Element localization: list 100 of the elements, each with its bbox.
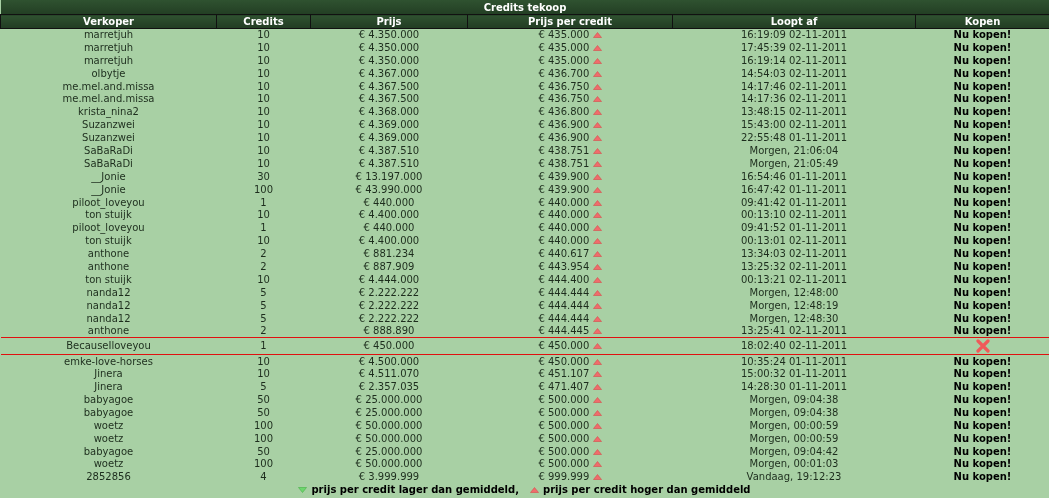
price-text: € 444.444 bbox=[538, 312, 590, 324]
price-text: € 438.751 bbox=[538, 144, 590, 156]
table-cell-text: € 440.000 bbox=[362, 196, 416, 209]
table-cell-text: 50 bbox=[256, 393, 271, 407]
table-cell: 1 bbox=[216, 337, 311, 355]
table-cell-text: 1 bbox=[259, 221, 268, 235]
table-cell: 10:35:24 01-11-2011 bbox=[672, 354, 916, 368]
table-cell-text: Morgen, 00:01:03 bbox=[748, 458, 840, 471]
table-cell-text: 15:43:00 02-11-2011 bbox=[739, 118, 849, 132]
buy-link[interactable]: Nu kopen! bbox=[953, 312, 1012, 324]
table-cell-text: € 50.000.000 bbox=[354, 419, 424, 433]
price-text: € 443.954 bbox=[538, 260, 590, 272]
table-cell-text: olbytje bbox=[90, 67, 127, 81]
table-cell-text: 100 bbox=[252, 458, 275, 471]
table-cell-text: € 4.367.500 bbox=[357, 92, 421, 106]
table-cell-text: Morgen, 12:48:00 bbox=[748, 286, 840, 300]
table-cell-text: 14:28:30 01-11-2011 bbox=[739, 380, 849, 394]
table-cell-text: piloot_loveyou bbox=[71, 196, 146, 209]
table-cell: € 450.000 bbox=[310, 337, 468, 355]
column-header: Credits bbox=[216, 14, 311, 29]
table-cell-text: 100 bbox=[252, 183, 275, 197]
buy-link[interactable]: Nu kopen! bbox=[953, 260, 1012, 272]
buy-link[interactable]: Nu kopen! bbox=[953, 93, 1012, 105]
buy-link[interactable]: Nu kopen! bbox=[953, 170, 1012, 182]
buy-link[interactable]: Nu kopen! bbox=[953, 54, 1012, 66]
table-cell-text: 10 bbox=[256, 367, 271, 381]
buy-link[interactable]: Nu kopen! bbox=[953, 432, 1012, 444]
table-cell: € 4.350.000 bbox=[310, 28, 468, 42]
price-text: € 444.445 bbox=[538, 325, 590, 337]
buy-link[interactable]: Nu kopen! bbox=[953, 273, 1012, 285]
buy-link[interactable]: Nu kopen! bbox=[953, 458, 1012, 470]
price-text: € 440.617 bbox=[538, 248, 590, 260]
table-cell-text: babyagoe bbox=[82, 406, 135, 420]
table-cell-text: Morgen, 09:04:38 bbox=[748, 406, 840, 420]
buy-link[interactable]: Nu kopen! bbox=[953, 248, 1012, 260]
buy-link[interactable]: Nu kopen! bbox=[953, 381, 1012, 393]
table-cell-text: __Jonie bbox=[90, 170, 127, 184]
table-cell-text: € 4.387.510 bbox=[357, 144, 421, 158]
table-cell-text: 10 bbox=[256, 118, 271, 132]
buy-link[interactable]: Nu kopen! bbox=[953, 235, 1012, 247]
table-cell-text: SaBaRaDi bbox=[83, 157, 134, 171]
buy-link[interactable]: Nu kopen! bbox=[953, 286, 1012, 298]
buy-link[interactable]: Nu kopen! bbox=[953, 80, 1012, 92]
table-cell-text: € 25.000.000 bbox=[354, 393, 424, 407]
buy-link[interactable]: Nu kopen! bbox=[953, 222, 1012, 234]
price-text: € 436.800 bbox=[538, 106, 590, 118]
buy-link[interactable]: Nu kopen! bbox=[953, 29, 1012, 41]
table-cell-text: Morgen, 00:00:59 bbox=[748, 419, 840, 433]
table-cell-text: € 4.444.000 bbox=[357, 273, 421, 287]
buy-link[interactable]: Nu kopen! bbox=[953, 132, 1012, 144]
buy-link[interactable]: Nu kopen! bbox=[953, 299, 1012, 311]
table-cell: € 4.500.000 bbox=[310, 354, 468, 368]
table-cell-text: 00:13:10 02-11-2011 bbox=[739, 208, 849, 222]
table-cell: € 888.890 bbox=[310, 325, 468, 338]
table-cell-text: € 25.000.000 bbox=[354, 445, 424, 458]
table-cell: 10 bbox=[216, 354, 311, 368]
buy-link[interactable]: Nu kopen! bbox=[953, 445, 1012, 457]
buy-link[interactable]: Nu kopen! bbox=[953, 183, 1012, 195]
price-text: € 444.444 bbox=[538, 299, 590, 311]
table-cell-text: 10 bbox=[256, 144, 271, 158]
table-cell-text: Morgen, 21:06:04 bbox=[748, 144, 840, 158]
cross-icon[interactable] bbox=[975, 339, 990, 354]
table-cell-text: 10 bbox=[256, 273, 271, 287]
table-cell: marretjuh bbox=[0, 28, 217, 42]
table-cell-text: ton stuijk bbox=[84, 234, 133, 248]
buy-link[interactable]: Nu kopen! bbox=[953, 106, 1012, 118]
legend-text: prijs per credit hoger dan gemiddeld bbox=[543, 484, 751, 497]
table-cell-text: 09:41:42 01-11-2011 bbox=[739, 196, 849, 209]
table-cell-text: Morgen, 12:48:19 bbox=[748, 299, 840, 313]
buy-link[interactable]: Nu kopen! bbox=[953, 41, 1012, 53]
buy-link[interactable]: Nu kopen! bbox=[953, 67, 1012, 79]
table-cell: 10 bbox=[216, 28, 311, 42]
table-cell-text: € 4.511.070 bbox=[357, 367, 421, 381]
price-text: € 500.000 bbox=[538, 445, 590, 457]
table-cell: 13:25:41 02-11-2011 bbox=[672, 325, 916, 338]
buy-link[interactable]: Nu kopen! bbox=[953, 419, 1012, 431]
table-cell-text: € 887.909 bbox=[362, 260, 416, 274]
buy-link[interactable]: Nu kopen! bbox=[953, 325, 1012, 337]
buy-link[interactable]: Nu kopen! bbox=[953, 157, 1012, 169]
buy-link[interactable]: Nu kopen! bbox=[953, 394, 1012, 405]
table-cell-text: 2 bbox=[259, 260, 268, 274]
table-cell-text: 16:47:42 01-11-2011 bbox=[739, 183, 849, 197]
price-text: € 450.000 bbox=[538, 340, 590, 352]
buy-link[interactable]: Nu kopen! bbox=[953, 406, 1012, 418]
buy-link[interactable]: Nu kopen! bbox=[953, 196, 1012, 208]
table-cell-text: 10 bbox=[256, 41, 271, 55]
table-cell-text: 09:41:52 01-11-2011 bbox=[739, 221, 849, 235]
table-cell-text: anthone bbox=[86, 260, 131, 274]
table-cell-text: 17:45:39 02-11-2011 bbox=[739, 41, 849, 55]
table-cell-text: 14:17:36 02-11-2011 bbox=[739, 92, 849, 106]
buy-link[interactable]: Nu kopen! bbox=[953, 209, 1012, 221]
table-cell-text: Morgen, 21:05:49 bbox=[748, 157, 840, 171]
buy-link[interactable]: Nu kopen! bbox=[953, 471, 1012, 483]
table-cell-text: 16:54:46 01-11-2011 bbox=[739, 170, 849, 184]
buy-link[interactable]: Nu kopen! bbox=[953, 355, 1012, 367]
buy-link[interactable]: Nu kopen! bbox=[953, 144, 1012, 156]
buy-link[interactable]: Nu kopen! bbox=[953, 119, 1012, 131]
price-text: € 444.444 bbox=[538, 286, 590, 298]
table-cell-text: 13:25:32 02-11-2011 bbox=[739, 260, 849, 274]
buy-link[interactable]: Nu kopen! bbox=[953, 368, 1012, 380]
